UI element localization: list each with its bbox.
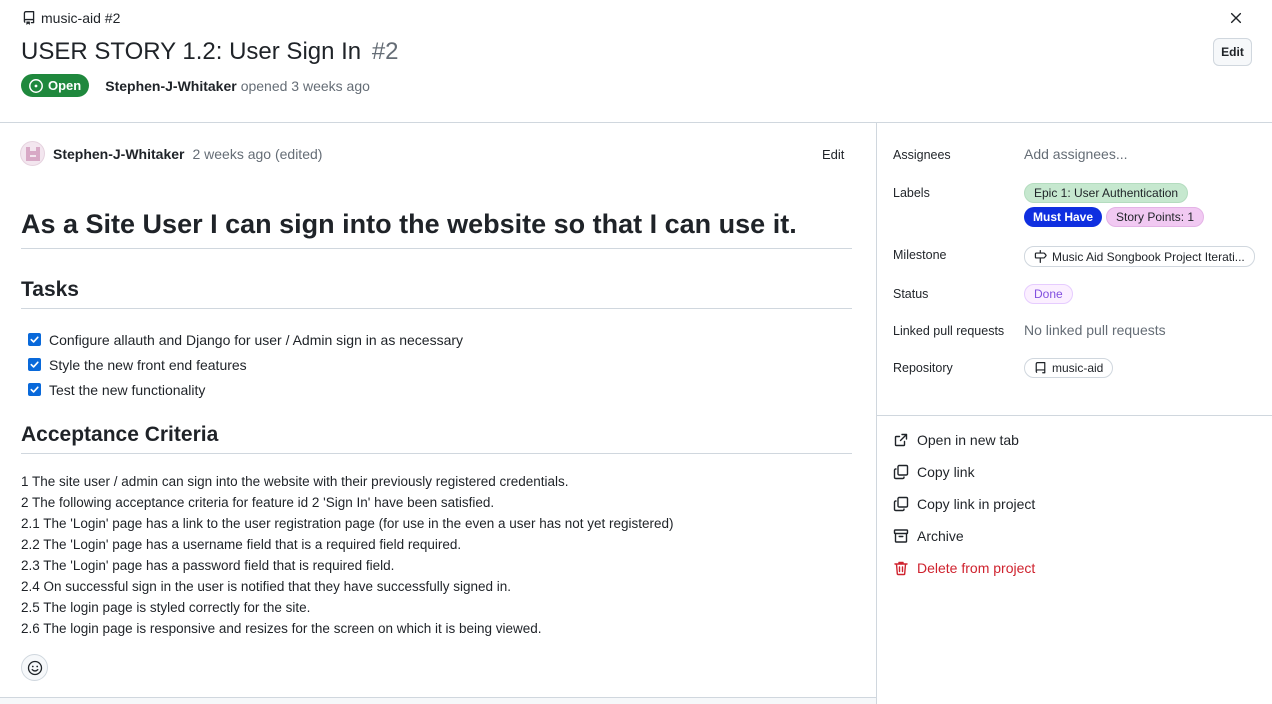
linked-pr-value: No linked pull requests <box>1024 322 1166 338</box>
copy-link-label: Copy link <box>917 464 975 480</box>
issue-opened-info: Stephen-J-Whitaker opened 3 weeks ago <box>105 78 370 94</box>
status-badge: Open <box>21 74 90 97</box>
criteria-item: 2 The following acceptance criteria for … <box>21 495 495 510</box>
milestone-icon <box>1034 250 1047 263</box>
task-label: Test the new functionality <box>49 381 206 398</box>
comment-header: Stephen-J-Whitaker 2 weeks ago (edited) <box>20 141 322 166</box>
archive-icon <box>893 529 909 543</box>
acceptance-criteria-list: 1 The site user / admin can sign into th… <box>21 471 674 639</box>
issue-title: USER STORY 1.2: User Sign In #2 <box>21 38 399 66</box>
repo-breadcrumb[interactable]: music-aid #2 <box>22 10 120 26</box>
task-label: Style the new front end features <box>49 356 247 373</box>
copy-link-in-project-label: Copy link in project <box>917 496 1036 512</box>
sidebar-divider <box>877 415 1272 416</box>
trash-icon <box>894 561 908 576</box>
criteria-item: 2.1 The 'Login' page has a link to the u… <box>21 516 674 531</box>
labels-field: Labels Epic 1: User Authentication Must … <box>893 183 1269 227</box>
linked-pr-label: Linked pull requests <box>893 324 1005 338</box>
tasks-heading: Tasks <box>21 278 852 309</box>
smiley-icon <box>27 660 42 675</box>
label-epic[interactable]: Epic 1: User Authentication <box>1024 183 1189 203</box>
criteria-item: 2.2 The 'Login' page has a username fiel… <box>21 537 462 552</box>
issue-body: Stephen-J-Whitaker 2 weeks ago (edited) … <box>0 123 877 704</box>
repository-pill[interactable]: music-aid <box>1024 358 1114 378</box>
task-list: Configure allauth and Django for user / … <box>28 327 463 402</box>
issue-author-link[interactable]: Stephen-J-Whitaker <box>105 78 236 94</box>
task-checkbox[interactable] <box>28 333 41 346</box>
comment-timestamp[interactable]: 2 weeks ago (edited) <box>192 146 322 162</box>
repository-field: Repository music-aid <box>893 358 1114 378</box>
task-label: Configure allauth and Django for user / … <box>49 331 464 348</box>
issue-header: music-aid #2 USER STORY 1.2: User Sign I… <box>0 0 1272 123</box>
repository-value: music-aid <box>1052 361 1104 375</box>
label-must-have[interactable]: Must Have <box>1024 207 1103 227</box>
task-checkbox[interactable] <box>28 383 41 396</box>
close-button[interactable] <box>1226 8 1246 28</box>
labels-label: Labels <box>893 186 930 200</box>
story-heading: As a Site User I can sign into the websi… <box>21 209 852 249</box>
open-new-tab-label: Open in new tab <box>917 432 1019 448</box>
comment-author-link[interactable]: Stephen-J-Whitaker <box>53 146 184 162</box>
criteria-item: 2.3 The 'Login' page has a password fiel… <box>21 558 395 573</box>
task-item: Configure allauth and Django for user / … <box>28 327 463 352</box>
edit-comment-button[interactable]: Edit <box>822 147 844 162</box>
check-icon <box>30 361 39 368</box>
task-item: Style the new front end features <box>28 352 463 377</box>
add-assignees-button[interactable]: Add assignees... <box>1024 146 1128 162</box>
archive-label: Archive <box>917 528 964 544</box>
criteria-item: 2.6 The login page is responsive and res… <box>21 621 542 636</box>
milestone-label: Milestone <box>893 248 947 262</box>
status-field: Status Done <box>893 284 1073 304</box>
criteria-item: 2.4 On successful sign in the user is no… <box>21 579 512 594</box>
issue-number: #2 <box>371 38 399 65</box>
milestone-value: Music Aid Songbook Project Iterati... <box>1052 249 1245 264</box>
delete-from-project-button[interactable]: Delete from project <box>893 560 1035 576</box>
milestone-field: Milestone Music Aid Songbook Project Ite… <box>893 246 1255 267</box>
task-checkbox[interactable] <box>28 358 41 371</box>
edit-title-button[interactable]: Edit <box>1213 38 1252 66</box>
opened-text: opened 3 weeks ago <box>240 77 370 94</box>
check-icon <box>30 386 39 393</box>
delete-from-project-label: Delete from project <box>917 560 1036 576</box>
copy-icon <box>893 496 909 512</box>
add-reaction-button[interactable] <box>21 654 48 681</box>
copy-link-button[interactable]: Copy link <box>893 464 975 480</box>
status-label: Status <box>893 287 929 301</box>
repository-label: Repository <box>893 361 953 375</box>
criteria-item: 1 The site user / admin can sign into th… <box>21 474 569 489</box>
linked-pr-field: Linked pull requests No linked pull requ… <box>893 322 1166 338</box>
labels-list[interactable]: Epic 1: User Authentication Must Have St… <box>1024 183 1269 227</box>
link-external-icon <box>894 433 908 447</box>
task-item: Test the new functionality <box>28 377 463 402</box>
status-badge-label: Open <box>48 78 82 93</box>
issue-open-icon <box>29 78 43 93</box>
check-icon <box>30 336 39 343</box>
repo-icon <box>1035 361 1046 373</box>
status-value-done[interactable]: Done <box>1024 284 1073 304</box>
copy-icon <box>893 464 909 480</box>
copy-link-in-project-button[interactable]: Copy link in project <box>893 496 1035 512</box>
comment-box-edge <box>0 697 876 704</box>
criteria-item: 2.5 The login page is styled correctly f… <box>21 600 311 615</box>
issue-sidebar: Assignees Add assignees... Labels Epic 1… <box>877 123 1272 704</box>
close-icon <box>1230 12 1242 24</box>
archive-button[interactable]: Archive <box>893 528 964 544</box>
repo-crumb-label: music-aid #2 <box>41 10 121 26</box>
issue-title-text: USER STORY 1.2: User Sign In <box>21 38 362 65</box>
assignees-field: Assignees Add assignees... <box>893 146 1128 162</box>
avatar[interactable] <box>20 141 45 166</box>
acceptance-criteria-heading: Acceptance Criteria <box>21 423 852 454</box>
assignees-label: Assignees <box>893 148 951 162</box>
open-new-tab-button[interactable]: Open in new tab <box>893 432 1019 448</box>
issue-meta: Open Stephen-J-Whitaker opened 3 weeks ag… <box>21 74 370 97</box>
milestone-pill[interactable]: Music Aid Songbook Project Iterati... <box>1024 246 1255 267</box>
repo-icon <box>23 11 35 25</box>
label-story-points[interactable]: Story Points: 1 <box>1106 207 1205 227</box>
